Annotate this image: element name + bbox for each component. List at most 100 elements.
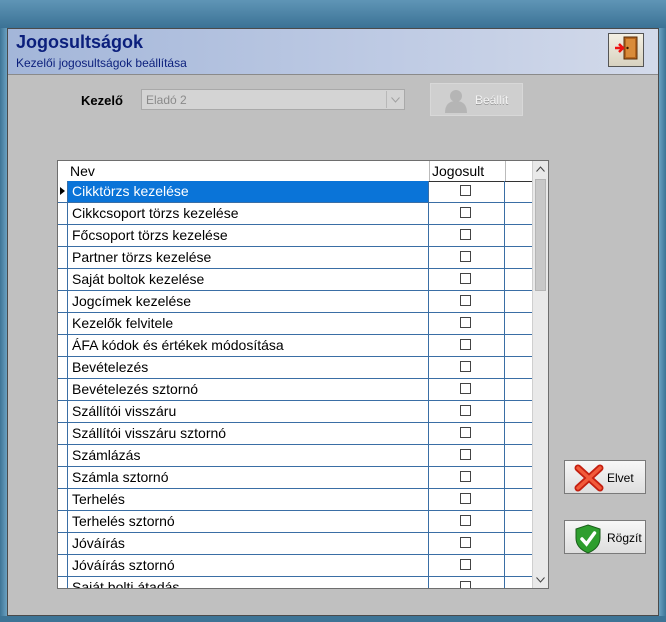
permitted-cell [429, 511, 505, 532]
table-row[interactable]: Főcsoport törzs kezelése [58, 225, 532, 247]
row-selector[interactable] [58, 269, 68, 290]
row-selector[interactable] [58, 225, 68, 246]
permission-name-cell[interactable]: Bevételezés sztornó [68, 379, 429, 400]
table-row[interactable]: Saját bolti átadás [58, 577, 532, 588]
permitted-cell [429, 181, 505, 202]
row-selector[interactable] [58, 247, 68, 268]
permitted-checkbox[interactable] [460, 537, 471, 548]
permitted-checkbox[interactable] [460, 493, 471, 504]
permitted-cell [429, 533, 505, 554]
permission-name-cell[interactable]: Számla sztornó [68, 467, 429, 488]
permitted-cell [429, 577, 505, 588]
table-row[interactable]: Bevételezés [58, 357, 532, 379]
permitted-checkbox[interactable] [460, 317, 471, 328]
row-selector[interactable] [58, 467, 68, 488]
permission-name-cell[interactable]: Kezelők felvitele [68, 313, 429, 334]
permission-name-cell[interactable]: Saját boltok kezelése [68, 269, 429, 290]
permitted-checkbox[interactable] [460, 273, 471, 284]
row-selector[interactable] [58, 313, 68, 334]
permitted-checkbox[interactable] [460, 427, 471, 438]
table-row[interactable]: Saját boltok kezelése [58, 269, 532, 291]
permission-name-cell[interactable]: Cikktörzs kezelése [68, 181, 429, 202]
apply-button-label: Beállít [475, 93, 509, 107]
row-selector[interactable] [58, 335, 68, 356]
row-selector[interactable] [58, 423, 68, 444]
permitted-checkbox[interactable] [460, 229, 471, 240]
row-selector[interactable] [58, 203, 68, 224]
chevron-down-icon[interactable] [386, 91, 403, 108]
permission-name-cell[interactable]: Szállítói visszáru [68, 401, 429, 422]
table-row[interactable]: ÁFA kódok és értékek módosítása [58, 335, 532, 357]
permitted-checkbox[interactable] [460, 185, 471, 196]
row-selector[interactable] [58, 401, 68, 422]
permission-name-cell[interactable]: Számlázás [68, 445, 429, 466]
row-selector[interactable] [58, 533, 68, 554]
permission-name-cell[interactable]: Jóváírás [68, 533, 429, 554]
permission-name-cell[interactable]: ÁFA kódok és értékek módosítása [68, 335, 429, 356]
permitted-checkbox[interactable] [460, 449, 471, 460]
table-row[interactable]: Partner törzs kezelése [58, 247, 532, 269]
page-subtitle: Kezelői jogosultságok beállítása [16, 56, 187, 70]
column-header-name[interactable]: Nev [70, 163, 95, 179]
permitted-checkbox[interactable] [460, 559, 471, 570]
permission-name-cell[interactable]: Szállítói visszáru sztornó [68, 423, 429, 444]
permissions-grid[interactable]: Nev Jogosult Cikktörzs kezelése Cikkcsopo… [57, 160, 549, 589]
exit-button[interactable] [608, 33, 644, 67]
row-selector[interactable] [58, 489, 68, 510]
permission-name-cell[interactable]: Bevételezés [68, 357, 429, 378]
permitted-checkbox[interactable] [460, 515, 471, 526]
table-row[interactable]: Számla sztornó [58, 467, 532, 489]
row-selector[interactable] [58, 181, 68, 202]
permitted-checkbox[interactable] [460, 405, 471, 416]
permitted-cell [429, 555, 505, 576]
table-row[interactable]: Kezelők felvitele [58, 313, 532, 335]
row-selector[interactable] [58, 357, 68, 378]
apply-button[interactable]: Beállít [430, 83, 523, 116]
row-selector[interactable] [58, 511, 68, 532]
permitted-checkbox[interactable] [460, 295, 471, 306]
table-row[interactable]: Bevételezés sztornó [58, 379, 532, 401]
permission-name-cell[interactable]: Terhelés sztornó [68, 511, 429, 532]
permitted-cell [429, 225, 505, 246]
permitted-checkbox[interactable] [460, 383, 471, 394]
row-selector[interactable] [58, 379, 68, 400]
permission-name-cell[interactable]: Terhelés [68, 489, 429, 510]
permitted-checkbox[interactable] [460, 251, 471, 262]
scroll-down-icon[interactable] [533, 572, 548, 588]
table-row[interactable]: Szállítói visszáru [58, 401, 532, 423]
red-x-icon [574, 464, 604, 497]
save-button[interactable]: Rögzít [564, 520, 646, 554]
table-row[interactable]: Terhelés sztornó [58, 511, 532, 533]
table-row[interactable]: Jogcímek kezelése [58, 291, 532, 313]
permitted-checkbox[interactable] [460, 361, 471, 372]
table-row[interactable]: Számlázás [58, 445, 532, 467]
table-row[interactable]: Cikktörzs kezelése [58, 181, 532, 203]
row-selector[interactable] [58, 555, 68, 576]
permission-name-cell[interactable]: Cikkcsoport törzs kezelése [68, 203, 429, 224]
operator-select[interactable]: Eladó 2 [141, 89, 405, 110]
table-row[interactable]: Cikkcsoport törzs kezelése [58, 203, 532, 225]
table-row[interactable]: Terhelés [58, 489, 532, 511]
row-selector[interactable] [58, 291, 68, 312]
reject-button[interactable]: Elvet [564, 460, 646, 494]
permission-name-cell[interactable]: Partner törzs kezelése [68, 247, 429, 268]
scrollbar-thumb[interactable] [535, 179, 546, 291]
permission-name-cell[interactable]: Jóváírás sztornó [68, 555, 429, 576]
grid-scrollbar[interactable] [532, 161, 548, 588]
table-row[interactable]: Szállítói visszáru sztornó [58, 423, 532, 445]
permitted-checkbox[interactable] [460, 339, 471, 350]
permitted-cell [429, 203, 505, 224]
row-selector[interactable] [58, 577, 68, 588]
row-selector[interactable] [58, 445, 68, 466]
table-row[interactable]: Jóváírás sztornó [58, 555, 532, 577]
green-shield-check-icon [574, 524, 602, 559]
column-header-permitted[interactable]: Jogosult [432, 163, 484, 179]
scroll-up-icon[interactable] [533, 161, 548, 177]
permitted-checkbox[interactable] [460, 471, 471, 482]
permission-name-cell[interactable]: Főcsoport törzs kezelése [68, 225, 429, 246]
permitted-checkbox[interactable] [460, 207, 471, 218]
permission-name-cell[interactable]: Saját bolti átadás [68, 577, 429, 588]
permitted-checkbox[interactable] [460, 581, 471, 588]
permission-name-cell[interactable]: Jogcímek kezelése [68, 291, 429, 312]
table-row[interactable]: Jóváírás [58, 533, 532, 555]
